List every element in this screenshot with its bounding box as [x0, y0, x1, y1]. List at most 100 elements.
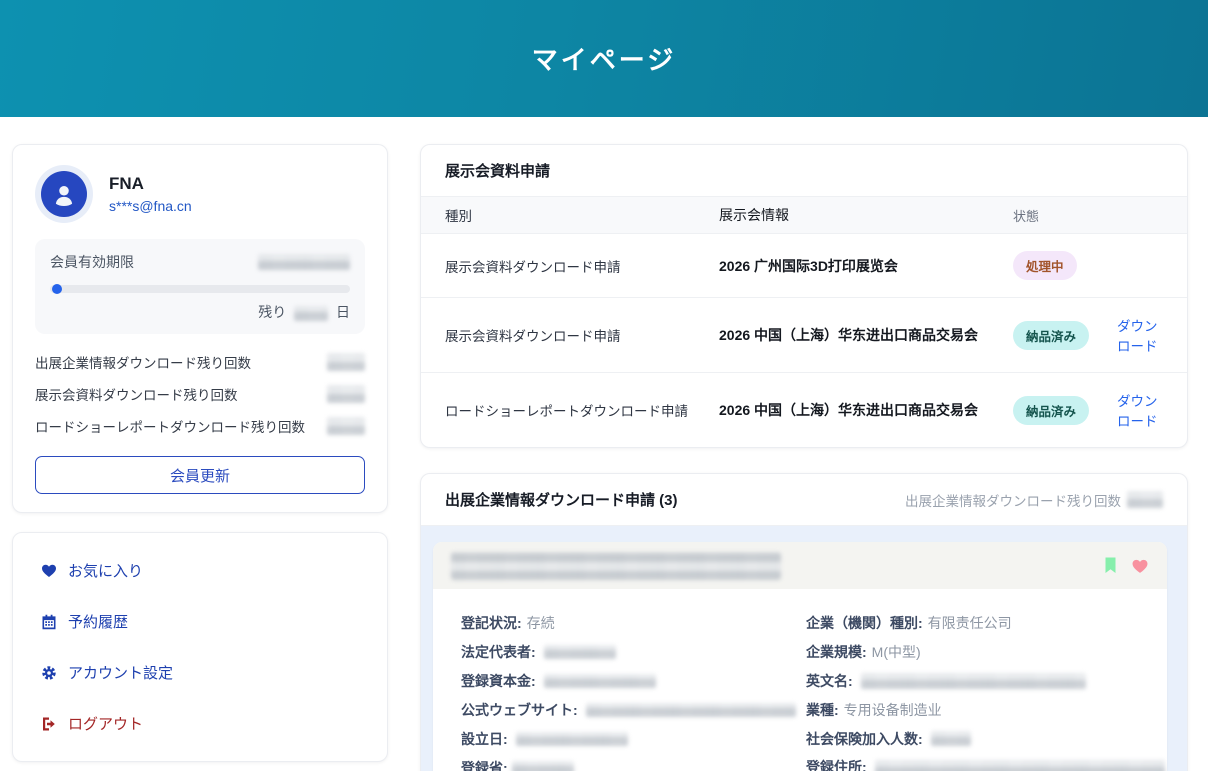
- application-type: 展示会資料ダウンロード申請: [445, 256, 719, 276]
- menu-item-label: アカウント設定: [68, 662, 173, 683]
- stat-label: 展示会資料ダウンロード残り回数: [35, 384, 238, 404]
- application-type: 展示会資料ダウンロード申請: [445, 325, 719, 345]
- redacted-count: [1127, 491, 1163, 508]
- redacted-value: [861, 673, 1086, 689]
- company-card-header: [433, 542, 1167, 589]
- stat-label: ロードショーレポートダウンロード残り回数: [35, 416, 305, 436]
- heart-icon: [41, 563, 57, 578]
- renew-membership-button[interactable]: 会員更新: [35, 456, 365, 494]
- remaining-downloads: 出展企業情報ダウンロード残り回数: [905, 490, 1163, 510]
- membership-box: 会員有効期限 残り 日: [35, 239, 365, 334]
- bookmark-icon[interactable]: [1103, 557, 1118, 574]
- menu-item-account-settings[interactable]: アカウント設定: [41, 662, 359, 683]
- membership-progress-bar: [50, 285, 350, 293]
- status-badge: 納品済み: [1013, 321, 1089, 350]
- redacted-value: [586, 703, 796, 717]
- table-row: 展示会資料ダウンロード申請 2026 广州国际3D打印展览会 処理中: [421, 233, 1187, 297]
- status-badge: 納品済み: [1013, 396, 1089, 425]
- table-row: ロードショーレポートダウンロード申請 2026 中国（上海）华东进出口商品交易会…: [421, 372, 1187, 447]
- company-downloads-title: 出展企業情報ダウンロード申請 (3): [445, 489, 678, 510]
- field-company-size: 企業規模: M(中型): [806, 637, 1167, 666]
- profile-header: FNA s***s@fna.cn: [35, 165, 365, 223]
- redacted-value: [544, 674, 656, 688]
- redacted-value: [931, 731, 971, 746]
- menu-item-favorites[interactable]: お気に入り: [41, 560, 359, 581]
- exhibition-name: 2026 广州国际3D打印展览会: [719, 256, 1013, 276]
- field-registered-address: 登録住所:: [806, 753, 1167, 771]
- company-downloads-card: 出展企業情報ダウンロード申請 (3) 出展企業情報ダウンロード残り回数: [420, 473, 1188, 771]
- field-official-website: 公式ウェブサイト:: [461, 695, 806, 724]
- redacted-count: [327, 417, 365, 435]
- progress-indicator: [52, 284, 62, 294]
- profile-identity: FNA s***s@fna.cn: [109, 174, 192, 214]
- redacted-value: [512, 761, 574, 771]
- column-header-exhibition: 展示会情報: [719, 205, 1013, 225]
- company-fields-right: 企業（機関）種別: 有限责任公司 企業規模: M(中型) 英文名:: [806, 608, 1167, 771]
- application-type: ロードショーレポートダウンロード申請: [445, 400, 719, 420]
- profile-name: FNA: [109, 174, 192, 194]
- gear-icon: [41, 665, 57, 681]
- redacted-value: [516, 732, 628, 746]
- menu-item-label: ログアウト: [68, 713, 143, 734]
- redacted-count: [327, 385, 365, 403]
- menu-item-logout[interactable]: ログアウト: [41, 713, 359, 734]
- remaining-days: 残り 日: [50, 302, 350, 322]
- column-header-status: 状態: [1013, 206, 1117, 225]
- stat-row-exhibitor-info: 出展企業情報ダウンロード残り回数: [35, 352, 365, 372]
- calendar-icon: [41, 614, 57, 630]
- page-title: マイページ: [532, 40, 676, 77]
- redacted-value: [875, 760, 1165, 771]
- profile-card: FNA s***s@fna.cn 会員有効期限 残り 日: [12, 144, 388, 513]
- company-downloads-body: 登記状況: 存続 法定代表者: 登録資本金:: [421, 526, 1187, 771]
- column-header-type: 種別: [445, 205, 719, 225]
- main-content: FNA s***s@fna.cn 会員有効期限 残り 日: [0, 117, 1208, 771]
- table-header-row: 種別 展示会情報 状態: [421, 197, 1187, 233]
- field-company-type: 企業（機関）種別: 有限责任公司: [806, 608, 1167, 637]
- download-link[interactable]: ダウンロード: [1117, 319, 1158, 354]
- menu-item-reservations[interactable]: 予約履歴: [41, 611, 359, 632]
- company-details: 登記状況: 存続 法定代表者: 登録資本金:: [433, 589, 1167, 771]
- stat-label: 出展企業情報ダウンロード残り回数: [35, 352, 251, 372]
- table-row: 展示会資料ダウンロード申請 2026 中国（上海）华东进出口商品交易会 納品済み…: [421, 297, 1187, 372]
- company-card: 登記状況: 存続 法定代表者: 登録資本金:: [433, 542, 1167, 771]
- membership-label: 会員有効期限: [50, 252, 134, 272]
- field-english-name: 英文名:: [806, 666, 1167, 695]
- redacted-value: [544, 645, 616, 659]
- company-fields-left: 登記状況: 存続 法定代表者: 登録資本金:: [461, 608, 806, 771]
- field-social-insurance: 社会保険加入人数:: [806, 724, 1167, 753]
- page-header: マイページ: [0, 0, 1208, 117]
- heart-icon[interactable]: [1131, 558, 1149, 574]
- profile-email: s***s@fna.cn: [109, 198, 192, 214]
- download-stats: 出展企業情報ダウンロード残り回数 展示会資料ダウンロード残り回数 ロードショーレ…: [35, 352, 365, 436]
- applications-title: 展示会資料申請: [421, 145, 1187, 197]
- remaining-suffix: 日: [336, 304, 350, 320]
- menu-card: お気に入り 予約履歴: [12, 532, 388, 762]
- download-link[interactable]: ダウンロード: [1117, 394, 1158, 429]
- field-establishment-date: 設立日:: [461, 724, 806, 753]
- sidebar: FNA s***s@fna.cn 会員有効期限 残り 日: [12, 144, 388, 762]
- field-registration-status: 登記状況: 存続: [461, 608, 806, 637]
- field-industry: 業種: 专用设备制造业: [806, 695, 1167, 724]
- field-registered-capital: 登録資本金:: [461, 666, 806, 695]
- avatar: [35, 165, 93, 223]
- stat-row-exhibition-docs: 展示会資料ダウンロード残り回数: [35, 384, 365, 404]
- status-badge: 処理中: [1013, 251, 1077, 280]
- main-panel: 展示会資料申請 種別 展示会情報 状態 展示会資料ダウンロード申請 2026 广…: [420, 144, 1188, 771]
- redacted-days: [294, 306, 328, 321]
- user-icon: [41, 171, 87, 217]
- field-registered-province: 登録省:: [461, 753, 806, 771]
- remaining-downloads-label: 出展企業情報ダウンロード残り回数: [905, 490, 1121, 510]
- redacted-company-name: [451, 552, 781, 580]
- exhibition-name: 2026 中国（上海）华东进出口商品交易会: [719, 325, 1013, 345]
- remaining-prefix: 残り: [258, 304, 286, 320]
- company-downloads-header: 出展企業情報ダウンロード申請 (3) 出展企業情報ダウンロード残り回数: [421, 474, 1187, 526]
- menu-item-label: 予約履歴: [68, 611, 128, 632]
- field-legal-representative: 法定代表者:: [461, 637, 806, 666]
- stat-row-roadshow-report: ロードショーレポートダウンロード残り回数: [35, 416, 365, 436]
- menu-item-label: お気に入り: [68, 560, 143, 581]
- redacted-membership-date: [258, 254, 350, 270]
- exhibition-name: 2026 中国（上海）华东进出口商品交易会: [719, 400, 1013, 420]
- redacted-count: [327, 353, 365, 371]
- logout-icon: [41, 716, 57, 732]
- applications-card: 展示会資料申請 種別 展示会情報 状態 展示会資料ダウンロード申請 2026 广…: [420, 144, 1188, 448]
